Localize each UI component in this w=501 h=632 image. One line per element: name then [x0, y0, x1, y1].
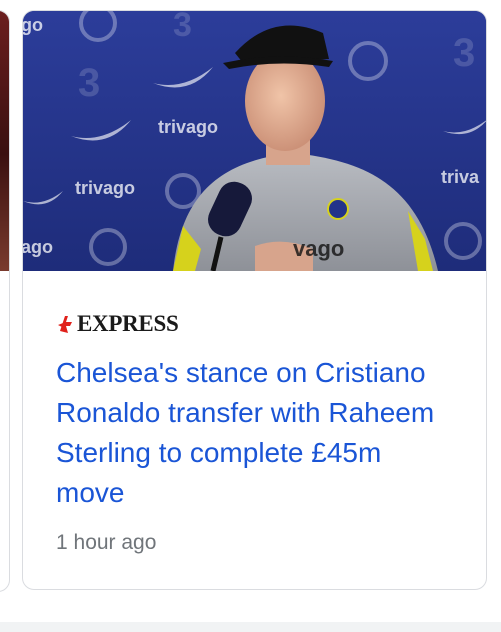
svg-text:3: 3	[78, 61, 100, 105]
sponsor-text: triva	[441, 167, 480, 187]
sponsor-text: go	[23, 15, 43, 35]
previous-news-card[interactable]	[0, 10, 10, 592]
sponsor-text: trivago	[75, 178, 135, 198]
bottom-divider	[0, 622, 501, 632]
news-card[interactable]: 3 3 3 trivago trivago triva ago go vago …	[22, 10, 487, 590]
sponsor-text: trivago	[158, 117, 218, 137]
source-row: EXPRESS	[56, 311, 179, 337]
sponsor-text: ago	[23, 237, 53, 257]
previous-card-image	[0, 11, 9, 271]
press-conference-photo: 3 3 3 trivago trivago triva ago go vago	[23, 11, 486, 271]
article-timestamp: 1 hour ago	[56, 531, 157, 554]
source-name: EXPRESS	[77, 311, 179, 336]
express-crusader-logo-icon	[58, 316, 72, 333]
sponsor-text: vago	[293, 236, 344, 261]
svg-text:3: 3	[453, 31, 475, 75]
article-headline-link[interactable]: Chelsea's stance on Cristiano Ronaldo tr…	[56, 353, 456, 513]
article-image[interactable]: 3 3 3 trivago trivago triva ago go vago	[23, 11, 486, 271]
svg-text:3: 3	[173, 11, 192, 44]
